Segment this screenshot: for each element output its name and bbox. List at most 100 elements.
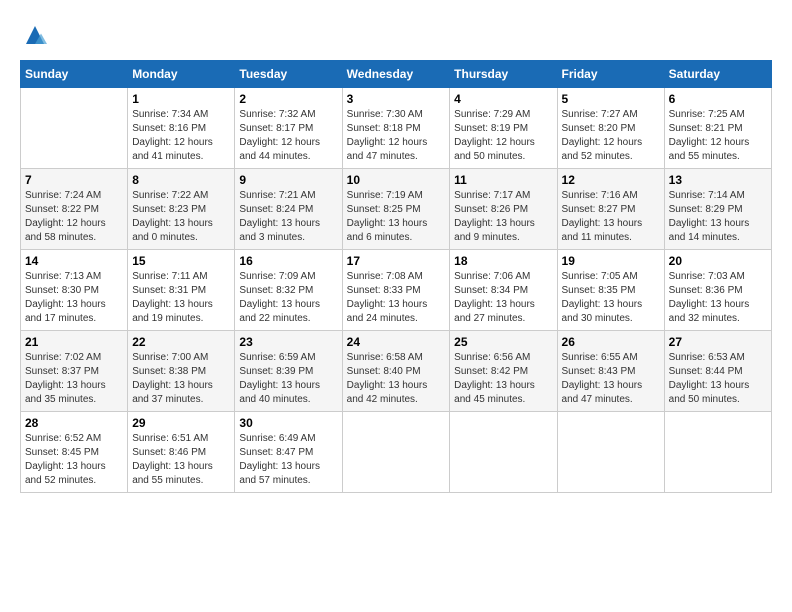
cell-content: Sunrise: 7:06 AMSunset: 8:34 PMDaylight:… [454,270,552,326]
cell-content: Sunrise: 6:58 AMSunset: 8:40 PMDaylight:… [347,351,446,407]
day-number: 4 [454,92,552,106]
day-number: 30 [239,416,337,430]
calendar-cell: 13 Sunrise: 7:14 AMSunset: 8:29 PMDayligh… [664,169,771,250]
weekday-header: Thursday [450,61,557,88]
cell-content: Sunrise: 7:29 AMSunset: 8:19 PMDaylight:… [454,108,552,164]
page-header [20,20,772,50]
day-number: 20 [669,254,767,268]
day-number: 17 [347,254,446,268]
calendar-cell: 10Sunrise: 7:19 AMSunset: 8:25 PMDayligh… [342,169,450,250]
day-number: 22 [132,335,230,349]
weekday-header-row: SundayMondayTuesdayWednesdayThursdayFrid… [21,61,772,88]
day-number: 16 [239,254,337,268]
day-number: 15 [132,254,230,268]
logo [20,20,54,50]
calendar-week-row: 1Sunrise: 7:34 AMSunset: 8:16 PMDaylight… [21,88,772,169]
calendar-week-row: 21 Sunrise: 7:02 AMSunset: 8:37 PMDayligh… [21,331,772,412]
day-number: 9 [239,173,337,187]
cell-content: Sunrise: 7:14 AMSunset: 8:29 PMDaylight:… [669,189,767,245]
calendar-cell: 14 Sunrise: 7:13 AMSunset: 8:30 PMDayligh… [21,250,128,331]
calendar-cell: 19 Sunrise: 7:05 AMSunset: 8:35 PMDayligh… [557,250,664,331]
calendar-week-row: 28Sunrise: 6:52 AMSunset: 8:45 PMDayligh… [21,412,772,493]
day-number: 12 [562,173,660,187]
day-number: 7 [25,173,123,187]
calendar-cell: 6 Sunrise: 7:25 AMSunset: 8:21 PMDaylight… [664,88,771,169]
day-number: 26 [562,335,660,349]
calendar-cell: 17 Sunrise: 7:08 AMSunset: 8:33 PMDayligh… [342,250,450,331]
calendar-cell [664,412,771,493]
calendar-cell: 5 Sunrise: 7:27 AMSunset: 8:20 PMDaylight… [557,88,664,169]
cell-content: Sunrise: 7:00 AMSunset: 8:38 PMDaylight:… [132,351,230,407]
calendar-cell: 24 Sunrise: 6:58 AMSunset: 8:40 PMDayligh… [342,331,450,412]
cell-content: Sunrise: 7:05 AMSunset: 8:35 PMDaylight:… [562,270,660,326]
cell-content: Sunrise: 6:52 AMSunset: 8:45 PMDaylight:… [25,432,123,488]
calendar-cell: 28Sunrise: 6:52 AMSunset: 8:45 PMDayligh… [21,412,128,493]
cell-content: Sunrise: 7:30 AMSunset: 8:18 PMDaylight:… [347,108,446,164]
calendar-cell: 22 Sunrise: 7:00 AMSunset: 8:38 PMDayligh… [128,331,235,412]
cell-content: Sunrise: 6:53 AMSunset: 8:44 PMDaylight:… [669,351,767,407]
cell-content: Sunrise: 7:13 AMSunset: 8:30 PMDaylight:… [25,270,123,326]
cell-content: Sunrise: 7:08 AMSunset: 8:33 PMDaylight:… [347,270,446,326]
cell-content: Sunrise: 6:56 AMSunset: 8:42 PMDaylight:… [454,351,552,407]
calendar-cell: 29 Sunrise: 6:51 AMSunset: 8:46 PMDayligh… [128,412,235,493]
day-number: 29 [132,416,230,430]
calendar-cell: 11 Sunrise: 7:17 AMSunset: 8:26 PMDayligh… [450,169,557,250]
calendar-table: SundayMondayTuesdayWednesdayThursdayFrid… [20,60,772,493]
day-number: 23 [239,335,337,349]
calendar-cell: 27Sunrise: 6:53 AMSunset: 8:44 PMDayligh… [664,331,771,412]
calendar-cell: 3 Sunrise: 7:30 AMSunset: 8:18 PMDaylight… [342,88,450,169]
cell-content: Sunrise: 7:27 AMSunset: 8:20 PMDaylight:… [562,108,660,164]
calendar-week-row: 7 Sunrise: 7:24 AMSunset: 8:22 PMDaylight… [21,169,772,250]
calendar-cell: 21 Sunrise: 7:02 AMSunset: 8:37 PMDayligh… [21,331,128,412]
calendar-cell [21,88,128,169]
weekday-header: Sunday [21,61,128,88]
calendar-cell: 16 Sunrise: 7:09 AMSunset: 8:32 PMDayligh… [235,250,342,331]
day-number: 14 [25,254,123,268]
cell-content: Sunrise: 7:09 AMSunset: 8:32 PMDaylight:… [239,270,337,326]
cell-content: Sunrise: 7:21 AMSunset: 8:24 PMDaylight:… [239,189,337,245]
day-number: 13 [669,173,767,187]
calendar-week-row: 14 Sunrise: 7:13 AMSunset: 8:30 PMDayligh… [21,250,772,331]
day-number: 8 [132,173,230,187]
day-number: 18 [454,254,552,268]
day-number: 21 [25,335,123,349]
calendar-cell: 20 Sunrise: 7:03 AMSunset: 8:36 PMDayligh… [664,250,771,331]
cell-content: Sunrise: 7:32 AMSunset: 8:17 PMDaylight:… [239,108,337,164]
cell-content: Sunrise: 7:17 AMSunset: 8:26 PMDaylight:… [454,189,552,245]
day-number: 6 [669,92,767,106]
calendar-cell: 7 Sunrise: 7:24 AMSunset: 8:22 PMDaylight… [21,169,128,250]
cell-content: Sunrise: 6:49 AMSunset: 8:47 PMDaylight:… [239,432,337,488]
calendar-cell: 9 Sunrise: 7:21 AMSunset: 8:24 PMDaylight… [235,169,342,250]
calendar-cell: 30 Sunrise: 6:49 AMSunset: 8:47 PMDayligh… [235,412,342,493]
cell-content: Sunrise: 7:03 AMSunset: 8:36 PMDaylight:… [669,270,767,326]
cell-content: Sunrise: 7:19 AMSunset: 8:25 PMDaylight:… [347,189,446,245]
day-number: 11 [454,173,552,187]
calendar-cell: 4 Sunrise: 7:29 AMSunset: 8:19 PMDaylight… [450,88,557,169]
cell-content: Sunrise: 7:22 AMSunset: 8:23 PMDaylight:… [132,189,230,245]
day-number: 24 [347,335,446,349]
weekday-header: Tuesday [235,61,342,88]
cell-content: Sunrise: 7:34 AMSunset: 8:16 PMDaylight:… [132,108,230,164]
calendar-cell: 25Sunrise: 6:56 AMSunset: 8:42 PMDayligh… [450,331,557,412]
cell-content: Sunrise: 7:24 AMSunset: 8:22 PMDaylight:… [25,189,123,245]
cell-content: Sunrise: 6:55 AMSunset: 8:43 PMDaylight:… [562,351,660,407]
cell-content: Sunrise: 7:25 AMSunset: 8:21 PMDaylight:… [669,108,767,164]
cell-content: Sunrise: 6:51 AMSunset: 8:46 PMDaylight:… [132,432,230,488]
calendar-cell [557,412,664,493]
weekday-header: Monday [128,61,235,88]
calendar-cell: 18 Sunrise: 7:06 AMSunset: 8:34 PMDayligh… [450,250,557,331]
calendar-cell: 1Sunrise: 7:34 AMSunset: 8:16 PMDaylight… [128,88,235,169]
day-number: 3 [347,92,446,106]
cell-content: Sunrise: 7:11 AMSunset: 8:31 PMDaylight:… [132,270,230,326]
day-number: 2 [239,92,337,106]
logo-icon [20,20,50,50]
calendar-cell: 23 Sunrise: 6:59 AMSunset: 8:39 PMDayligh… [235,331,342,412]
cell-content: Sunrise: 7:02 AMSunset: 8:37 PMDaylight:… [25,351,123,407]
calendar-cell: 15 Sunrise: 7:11 AMSunset: 8:31 PMDayligh… [128,250,235,331]
calendar-cell [342,412,450,493]
day-number: 5 [562,92,660,106]
cell-content: Sunrise: 6:59 AMSunset: 8:39 PMDaylight:… [239,351,337,407]
weekday-header: Friday [557,61,664,88]
day-number: 19 [562,254,660,268]
calendar-cell: 12Sunrise: 7:16 AMSunset: 8:27 PMDayligh… [557,169,664,250]
